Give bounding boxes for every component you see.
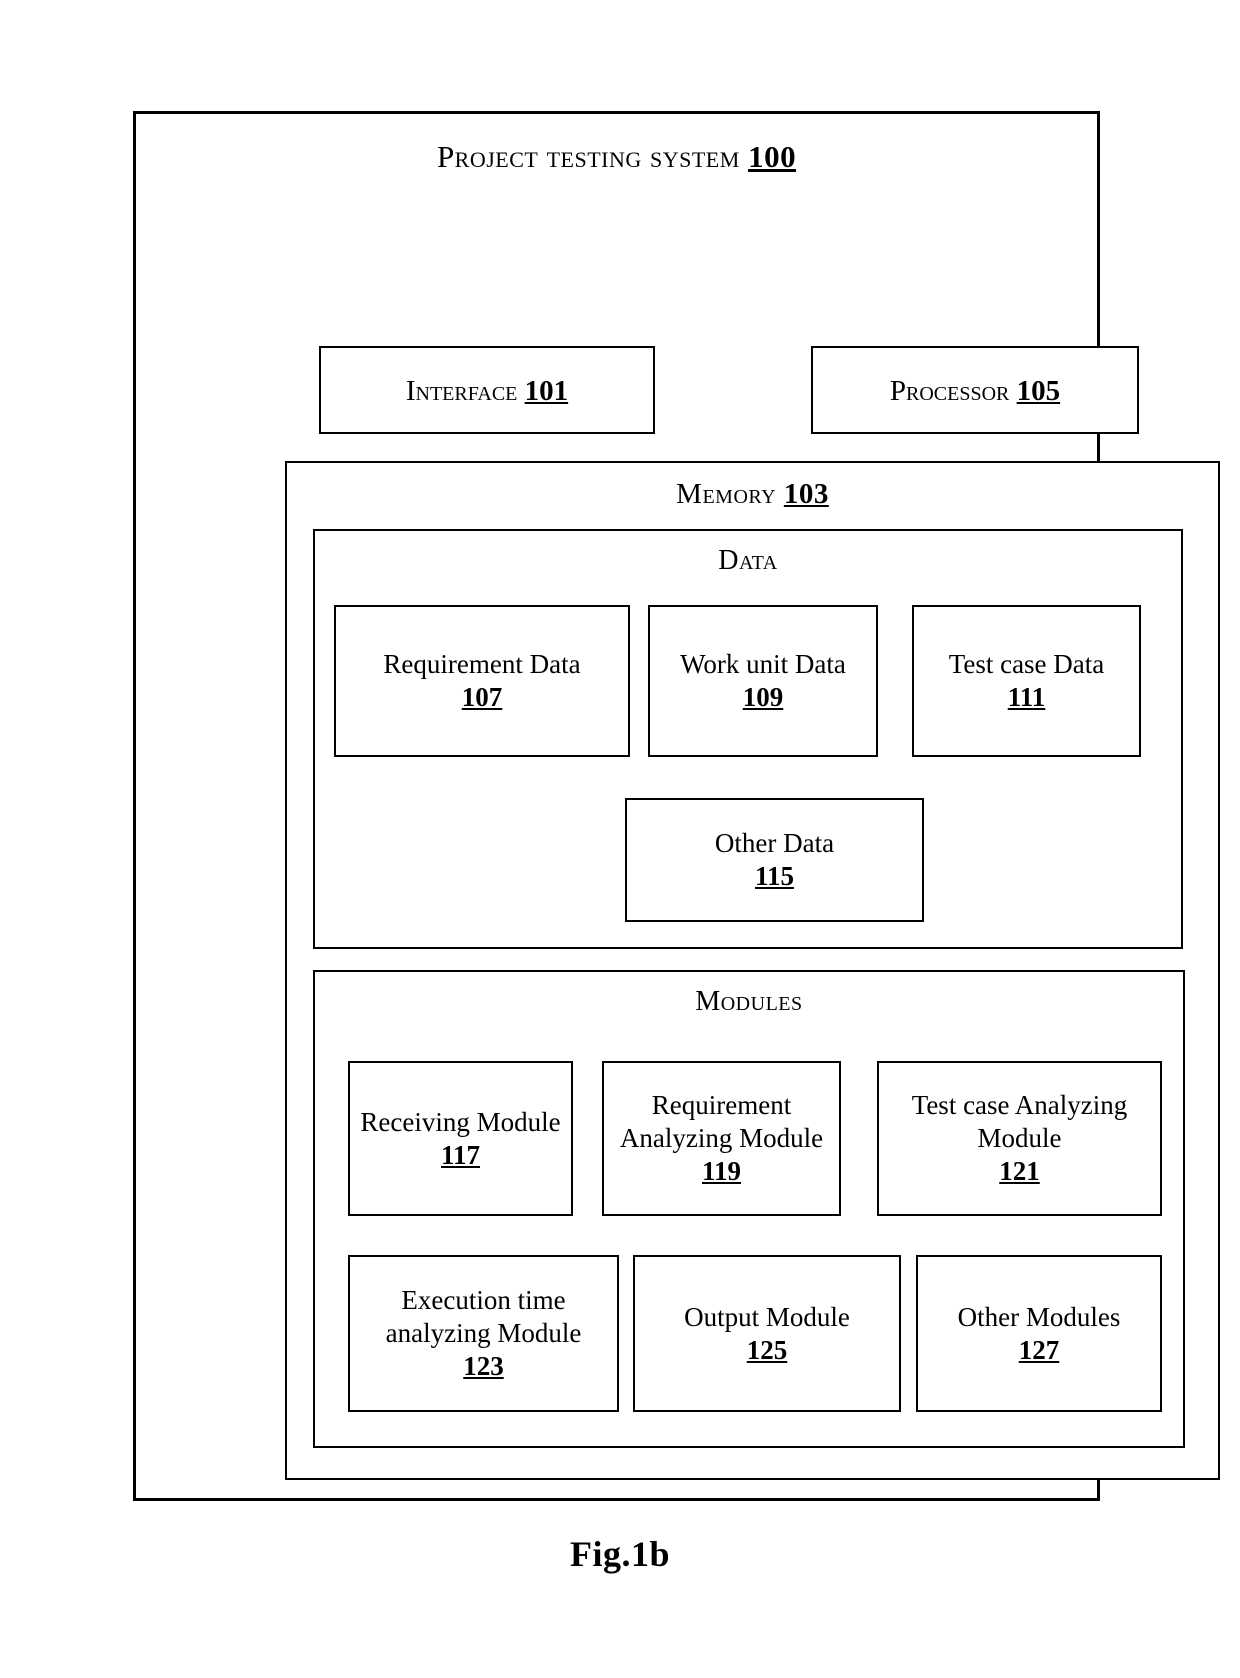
interface-label: Interface [405, 375, 518, 407]
other-modules-box: Other Modules 127 [916, 1255, 1162, 1412]
figure-caption: Fig.1b [569, 1534, 670, 1574]
requirement-data-box: Requirement Data 107 [334, 605, 630, 757]
work-unit-data-label: Work unit Data [680, 649, 846, 680]
other-data-box: Other Data 115 [625, 798, 924, 922]
interface-ref: 101 [524, 375, 569, 407]
requirement-analyzing-module-label: Requirement Analyzing Module [619, 1090, 824, 1154]
test-case-analyzing-module-label: Test case Analyzing Module [911, 1090, 1128, 1154]
test-case-data-ref: 111 [1007, 682, 1046, 712]
processor-box: Processor 105 [811, 346, 1139, 434]
work-unit-data-ref: 109 [742, 682, 784, 712]
other-modules-ref: 127 [1018, 1334, 1060, 1365]
data-section-frame: Data Requirement Data 107 Work unit Data… [313, 529, 1183, 949]
memory-label-row: Memory 103 [287, 478, 1218, 511]
figure-page: Project testing system 100 Interface 101… [0, 0, 1240, 1678]
memory-frame: Memory 103 Data Requirement Data 107 Wor… [285, 461, 1220, 1480]
other-data-ref: 115 [754, 861, 794, 891]
requirement-data-ref: 107 [461, 682, 503, 712]
receiving-module-label: Receiving Module [360, 1106, 561, 1137]
other-data-label: Other Data [714, 828, 835, 859]
processor-label: Processor [889, 375, 1010, 407]
memory-ref: 103 [783, 478, 829, 510]
execution-time-analyzing-module-label: Execution time analyzing Module [385, 1285, 582, 1349]
system-title-text: Project testing system [436, 139, 740, 174]
memory-label: Memory [676, 478, 777, 510]
output-module-box: Output Module 125 [633, 1255, 901, 1412]
requirement-analyzing-module-ref: 119 [701, 1155, 741, 1186]
receiving-module-ref: 117 [440, 1139, 480, 1170]
data-section-label: Data [718, 545, 778, 576]
output-module-label: Output Module [684, 1301, 850, 1332]
requirement-data-label: Requirement Data [383, 649, 581, 680]
project-testing-system-frame: Project testing system 100 Interface 101… [133, 111, 1220, 1501]
requirement-analyzing-module-box: Requirement Analyzing Module 119 [602, 1061, 841, 1216]
processor-ref: 105 [1016, 375, 1061, 407]
processor-label-row: Processor 105 [813, 375, 1137, 408]
page-title: Project testing system 100 [136, 139, 1097, 175]
interface-label-row: Interface 101 [321, 375, 653, 408]
test-case-data-label: Test case Data [948, 649, 1105, 680]
receiving-module-box: Receiving Module 117 [348, 1061, 573, 1216]
modules-section-label: Modules [695, 986, 803, 1017]
output-module-ref: 125 [746, 1334, 788, 1365]
modules-section-frame: Modules Receiving Module 117 Requirement… [313, 970, 1185, 1448]
system-title-ref: 100 [748, 139, 797, 174]
test-case-analyzing-module-ref: 121 [999, 1155, 1040, 1186]
test-case-analyzing-module-box: Test case Analyzing Module 121 [877, 1061, 1162, 1216]
execution-time-analyzing-module-ref: 123 [463, 1350, 504, 1381]
other-modules-label: Other Modules [957, 1301, 1121, 1332]
test-case-data-box: Test case Data 111 [912, 605, 1141, 757]
execution-time-analyzing-module-box: Execution time analyzing Module 123 [348, 1255, 619, 1412]
work-unit-data-box: Work unit Data 109 [648, 605, 878, 757]
interface-box: Interface 101 [319, 346, 655, 434]
